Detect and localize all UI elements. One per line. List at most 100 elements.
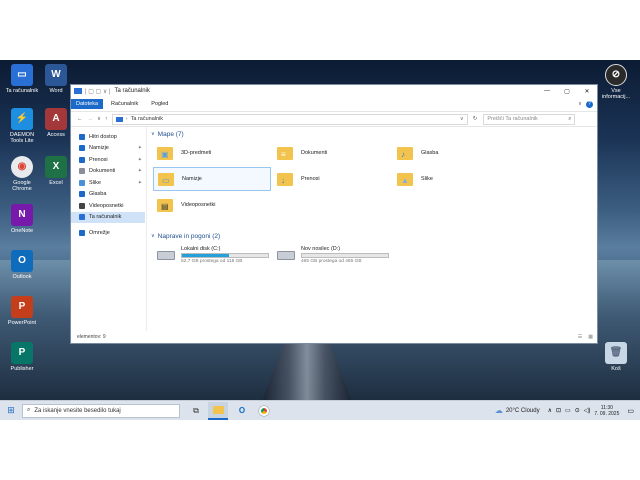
meet-icon[interactable]: ⊡	[556, 407, 561, 414]
search-input[interactable]: Preišči Ta računalnik	[487, 116, 537, 122]
drive-item[interactable]: Lokalni disk (C:) 52,7 GB prostega od 118…	[153, 243, 271, 267]
hard-drive-icon	[277, 250, 295, 260]
close-button[interactable]: ✕	[577, 88, 597, 95]
nav-item-0[interactable]: Hitri dostop	[71, 131, 145, 143]
desktop-icon-powerpoint[interactable]: P PowerPoint	[4, 296, 40, 326]
recent-locations-icon[interactable]: ∨	[97, 116, 101, 122]
chrome-taskbar-icon[interactable]	[254, 405, 274, 416]
daemon-tools-app-icon: ⚡	[11, 108, 33, 130]
address-dropdown-icon[interactable]: ∨	[460, 116, 464, 122]
folders-grid: ▣ 3D-predmeti ≡ Dokumenti ♪ Glasba ▭ Namizje ↓ Pr…	[151, 139, 597, 231]
folder-item[interactable]: ≡ Dokumenti	[273, 141, 391, 165]
maximize-button[interactable]: ▢	[557, 88, 577, 95]
address-text: Ta računalnik	[130, 116, 164, 122]
large-icons-view-icon[interactable]: ▦	[588, 334, 593, 340]
nav-item-1[interactable]: Namizje ✦	[71, 143, 145, 155]
nav-item-3[interactable]: Dokumenti ✦	[71, 166, 145, 178]
pin-icon[interactable]: ✦	[138, 145, 142, 151]
nav-item-6[interactable]: Videoposnetki	[71, 200, 145, 212]
start-button[interactable]: ⊞	[0, 405, 22, 416]
nav-item-7[interactable]: Ta računalnik	[71, 211, 145, 223]
desktop-icon-onenote[interactable]: N OneNote	[4, 204, 40, 234]
nav-item-label: Omrežje	[89, 229, 110, 236]
desktop-icon	[79, 145, 85, 152]
folder-item[interactable]: ▲ Slike	[393, 167, 511, 191]
desktop-icon-this-pc[interactable]: ▭ Ta računalnik	[4, 64, 40, 94]
desktop-icon-info[interactable]: ⊘ Vse informacij...	[598, 64, 634, 100]
hard-drive-icon	[157, 250, 175, 260]
forward-arrow-icon[interactable]: →	[88, 116, 94, 122]
battery-icon[interactable]: ▭	[565, 407, 571, 414]
desktop-icon-access[interactable]: A Access	[38, 108, 74, 138]
notifications-icon[interactable]: ▭	[627, 407, 634, 415]
folder-item[interactable]: ▤ Videoposnetki	[153, 193, 271, 217]
folder-item[interactable]: ▭ Namizje	[153, 167, 271, 191]
show-hidden-icons-icon[interactable]: ∧	[548, 407, 552, 414]
desktop-icon-word[interactable]: W Word	[38, 64, 74, 94]
drive-info: Lokalni disk (C:) 52,7 GB prostega od 118…	[181, 246, 269, 264]
weather-icon[interactable]: ☁	[495, 406, 503, 415]
volume-icon[interactable]: ◁)	[584, 407, 591, 414]
back-arrow-icon[interactable]: ←	[77, 116, 83, 122]
desktop-icon-daemon-tools[interactable]: ⚡ DAEMON Tools Lite	[4, 108, 40, 144]
drive-free-space: 52,7 GB prostega od 118 GB	[181, 259, 243, 264]
word-app-icon: W	[45, 64, 67, 86]
desktop-icon-excel[interactable]: X Excel	[38, 156, 74, 186]
nav-item-5[interactable]: Glasba	[71, 189, 145, 201]
minimize-button[interactable]: —	[537, 88, 557, 94]
pin-icon[interactable]: ✦	[138, 168, 142, 174]
quick-access-toolbar[interactable]: | ▢ ▢ ∨ |	[85, 88, 111, 95]
network-icon[interactable]: ⊙	[575, 407, 580, 414]
document-icon	[79, 168, 85, 175]
pin-icon[interactable]: ✦	[138, 180, 142, 186]
task-view-icon[interactable]: ⧉	[188, 406, 204, 416]
up-arrow-icon[interactable]: ↑	[105, 116, 108, 122]
clock[interactable]: 11:30 7. 09. 2025	[594, 405, 619, 417]
search-box[interactable]: Preišči Ta računalnik ⌕	[483, 113, 576, 125]
expand-ribbon-icon[interactable]: ∨	[578, 101, 582, 107]
file-explorer-taskbar-icon[interactable]	[208, 401, 228, 420]
address-bar[interactable]: › Ta računalnik ∨	[111, 113, 468, 125]
drives-group-header[interactable]: ∨ Naprave in pogoni (2)	[151, 231, 597, 241]
desktop-icon-publisher[interactable]: P Publisher	[4, 342, 40, 372]
nav-item-4[interactable]: Slike ✦	[71, 177, 145, 189]
tab-computer[interactable]: Računalnik	[106, 99, 143, 109]
music-icon	[79, 191, 85, 198]
title-bar: | ▢ ▢ ∨ | Ta računalnik — ▢ ✕	[71, 85, 597, 97]
taskbar-search-input[interactable]: Za iskanje vnesite besedilo tukaj	[34, 408, 120, 414]
address-row: ← → ∨ ↑ › Ta računalnik ∨ ↻ Preišči Ta r…	[71, 111, 597, 127]
folder-item[interactable]: ↓ Prenosi	[273, 167, 391, 191]
desktop-icon-label: PowerPoint	[7, 320, 37, 326]
folder-item[interactable]: ▣ 3D-predmeti	[153, 141, 271, 165]
pin-icon[interactable]: ✦	[138, 157, 142, 163]
nav-item-2[interactable]: Prenosi ✦	[71, 154, 145, 166]
drive-usage-bar	[301, 253, 389, 258]
file-explorer-window[interactable]: | ▢ ▢ ∨ | Ta računalnik — ▢ ✕ Datoteka R…	[70, 84, 598, 344]
downloads-folder-icon: ↓	[277, 171, 295, 187]
help-icon[interactable]: ?	[586, 100, 593, 108]
folder-label: Slike	[421, 176, 433, 182]
drive-item[interactable]: Nov nosilec (D:) 465 GB prostega od 465 G…	[273, 243, 391, 267]
folder-label: Prenosi	[301, 176, 320, 182]
folder-item[interactable]: ♪ Glasba	[393, 141, 511, 165]
outlook-taskbar-icon[interactable]: O	[232, 406, 252, 415]
nav-item-label: Glasba	[89, 191, 107, 198]
refresh-icon[interactable]: ↻	[473, 116, 478, 122]
nav-item-8[interactable]: Omrežje	[71, 227, 145, 239]
desktop-icon-label: Excel	[49, 180, 63, 186]
tab-file[interactable]: Datoteka	[71, 99, 104, 109]
chrome-app-icon: ◉	[11, 156, 33, 178]
pc-icon	[79, 214, 85, 221]
details-view-icon[interactable]: ☰	[578, 334, 582, 340]
drive-free-space: 465 GB prostega od 465 GB	[301, 259, 362, 264]
taskbar-search-box[interactable]: ⌕ Za iskanje vnesite besedilo tukaj	[22, 403, 180, 418]
desktop-icon-recycle-bin[interactable]: 🗑 Koš	[598, 342, 634, 372]
clock-date: 7. 09. 2025	[594, 410, 620, 417]
music-folder-icon: ♪	[397, 145, 415, 161]
desktop-icon-chrome[interactable]: ◉ Google Chrome	[4, 156, 40, 192]
powerpoint-app-icon: P	[11, 296, 33, 318]
folders-group-header[interactable]: ∨ Mape (7)	[151, 129, 597, 139]
tab-view[interactable]: Pogled	[146, 99, 173, 109]
desktop-icon-outlook[interactable]: O Outlook	[4, 250, 40, 280]
weather-text[interactable]: 20°C Cloudy	[506, 408, 540, 414]
